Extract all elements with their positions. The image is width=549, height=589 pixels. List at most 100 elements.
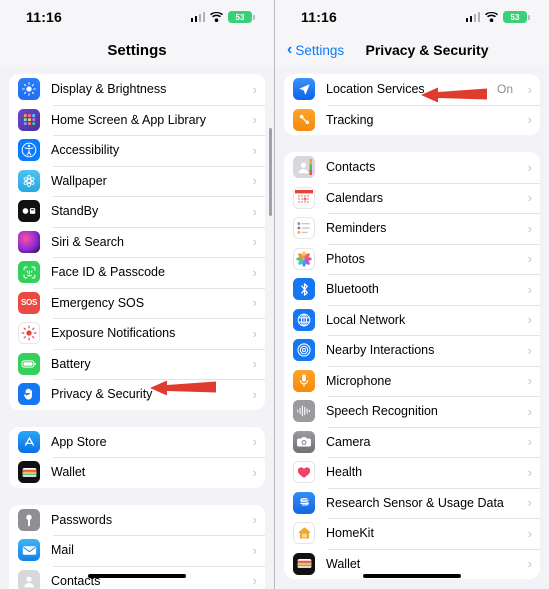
list-item-photos[interactable]: Photos › <box>284 243 540 275</box>
list-item-local-network[interactable]: Local Network › <box>284 304 540 336</box>
list-item-label: Location Services <box>326 82 425 97</box>
speech-recognition-icon <box>293 400 315 423</box>
list-item-research-sensor[interactable]: Research Sensor & Usage Data › <box>284 487 540 519</box>
chevron-right-icon: › <box>527 525 532 541</box>
privacy-list[interactable]: Location Services On › Tracking › Contac… <box>275 66 549 589</box>
chevron-right-icon: › <box>252 264 257 280</box>
wifi-icon <box>210 12 223 22</box>
status-bar-indicators: 53 <box>190 11 255 23</box>
face-id-icon <box>18 261 40 284</box>
sidebar-item-label: Accessibility <box>51 143 120 158</box>
chevron-right-icon: › <box>527 342 532 358</box>
sidebar-item-passwords[interactable]: Passwords › <box>9 505 265 536</box>
dual-screenshot-container: 11:16 53 Settings Display & Brightness ›… <box>0 0 549 589</box>
list-item-speech-recognition[interactable]: Speech Recognition › <box>284 396 540 427</box>
list-item-value: On <box>496 82 513 97</box>
privacy-group-1: Location Services On › Tracking › <box>284 74 540 135</box>
list-item-label: Bluetooth <box>326 282 379 297</box>
sidebar-item-display-brightness[interactable]: Display & Brightness › <box>9 74 265 105</box>
privacy-security-icon <box>18 383 40 406</box>
sidebar-item-wallpaper[interactable]: Wallpaper › <box>9 165 265 197</box>
chevron-right-icon: › <box>527 81 532 97</box>
list-item-label: Camera <box>326 434 371 449</box>
list-item-bluetooth[interactable]: Bluetooth › <box>284 274 540 305</box>
sidebar-item-accessibility[interactable]: Accessibility › <box>9 135 265 166</box>
passwords-icon <box>18 508 40 531</box>
sidebar-item-app-store[interactable]: App Store › <box>9 427 265 458</box>
mail-icon <box>18 539 40 562</box>
sidebar-item-label: StandBy <box>51 204 99 219</box>
location-services-icon <box>293 78 315 101</box>
settings-group-2: App Store › Wallet › <box>9 426 265 488</box>
back-button[interactable]: ‹ Settings <box>287 42 344 58</box>
sidebar-item-emergency-sos[interactable]: SOS Emergency SOS › <box>9 287 265 319</box>
sidebar-item-label: Passwords <box>51 512 113 527</box>
list-item-homekit[interactable]: HomeKit › <box>284 518 540 549</box>
sidebar-item-wallet[interactable]: Wallet › <box>9 457 265 488</box>
sidebar-item-mail[interactable]: Mail › <box>9 535 265 566</box>
chevron-right-icon: › <box>527 556 532 572</box>
sidebar-item-exposure-notifications[interactable]: Exposure Notifications › <box>9 318 265 349</box>
accessibility-icon <box>18 139 40 162</box>
list-item-label: Microphone <box>326 373 392 388</box>
vertical-scrollbar[interactable] <box>269 128 272 216</box>
page-title: Settings <box>107 41 167 59</box>
status-bar-clock: 11:16 <box>301 9 338 25</box>
back-button-label: Settings <box>295 42 345 58</box>
chevron-right-icon: › <box>527 112 532 128</box>
chevron-right-icon: › <box>252 142 257 158</box>
home-screen-icon <box>18 108 40 131</box>
nearby-interactions-icon <box>293 339 315 362</box>
list-item-tracking[interactable]: Tracking › <box>284 104 540 136</box>
list-item-camera[interactable]: Camera › <box>284 426 540 458</box>
battery-percent: 53 <box>510 12 520 22</box>
list-item-calendars[interactable]: Calendars › <box>284 182 540 214</box>
list-item-health[interactable]: Health › <box>284 457 540 488</box>
sidebar-item-label: Emergency SOS <box>51 295 145 310</box>
list-item-nearby-interactions[interactable]: Nearby Interactions › <box>284 335 540 366</box>
contacts-icon <box>18 569 40 589</box>
list-item-label: Contacts <box>326 160 376 175</box>
list-item-reminders[interactable]: Reminders › <box>284 213 540 244</box>
chevron-right-icon: › <box>252 112 257 128</box>
list-item-label: Photos <box>326 251 365 266</box>
list-item-location-services[interactable]: Location Services On › <box>284 74 540 105</box>
research-sensor-icon <box>293 491 315 514</box>
sidebar-item-battery[interactable]: Battery › <box>9 348 265 380</box>
list-item-microphone[interactable]: Microphone › <box>284 365 540 397</box>
status-bar-indicators: 53 <box>465 11 530 23</box>
nav-bar-left: Settings <box>0 34 274 66</box>
exposure-notifications-icon <box>18 322 40 345</box>
wifi-icon <box>485 12 498 22</box>
status-bar-clock: 11:16 <box>26 9 63 25</box>
health-icon <box>293 461 315 484</box>
app-store-icon <box>18 430 40 453</box>
cellular-signal-icon <box>190 12 205 22</box>
wallpaper-icon <box>18 169 40 192</box>
display-brightness-icon <box>18 78 40 101</box>
list-item-label: Research Sensor & Usage Data <box>326 495 504 510</box>
chevron-right-icon: › <box>252 295 257 311</box>
list-item-label: Calendars <box>326 190 383 205</box>
sidebar-item-label: Privacy & Security <box>51 387 153 402</box>
list-item-label: Wallet <box>326 556 361 571</box>
wallet-icon <box>18 461 40 484</box>
home-indicator <box>363 573 461 578</box>
emergency-sos-icon: SOS <box>18 291 40 314</box>
siri-icon <box>18 230 40 253</box>
list-item-contacts[interactable]: Contacts › <box>284 152 540 183</box>
list-item-label: Reminders <box>326 221 387 236</box>
settings-screen: 11:16 53 Settings Display & Brightness ›… <box>0 0 275 589</box>
sidebar-item-face-id[interactable]: Face ID & Passcode › <box>9 257 265 288</box>
list-item-label: Tracking <box>326 112 374 127</box>
sidebar-item-label: Home Screen & App Library <box>51 112 206 127</box>
sidebar-item-home-screen[interactable]: Home Screen & App Library › <box>9 104 265 136</box>
chevron-right-icon: › <box>527 403 532 419</box>
chevron-right-icon: › <box>252 356 257 372</box>
sidebar-item-standby[interactable]: StandBy › <box>9 196 265 227</box>
settings-list[interactable]: Display & Brightness › Home Screen & App… <box>0 66 274 589</box>
chevron-right-icon: › <box>527 312 532 328</box>
sidebar-item-privacy-security[interactable]: Privacy & Security › <box>9 379 265 410</box>
cellular-signal-icon <box>465 12 480 22</box>
sidebar-item-siri-search[interactable]: Siri & Search › <box>9 226 265 258</box>
